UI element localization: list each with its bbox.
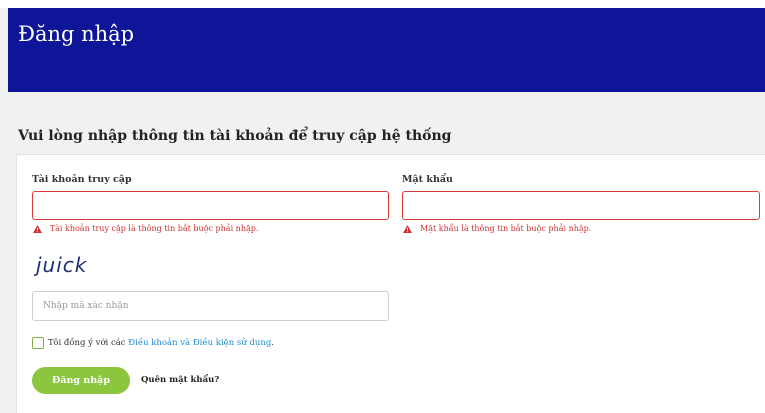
page-title: Đăng nhập: [18, 22, 135, 46]
top-strip: [0, 0, 765, 8]
password-error: Mật khẩu là thông tin bắt buộc phải nhập…: [403, 224, 591, 233]
agree-text: Tôi đồng ý với các Điều khoản và Điều ki…: [48, 338, 274, 348]
captcha-text: juick: [34, 253, 88, 277]
username-label: Tài khoản truy cập: [32, 174, 132, 185]
terms-link[interactable]: Điều khoản và Điều kiện sử dụng: [128, 338, 271, 348]
username-error: Tài khoản truy cập là thông tin bắt buộc…: [33, 224, 258, 233]
agree-prefix: Tôi đồng ý với các: [48, 338, 129, 348]
warning-icon: [33, 224, 42, 233]
password-error-text: Mật khẩu là thông tin bắt buộc phải nhập…: [420, 224, 592, 233]
captcha-image: juick: [34, 253, 88, 277]
agree-checkbox[interactable]: [32, 337, 44, 349]
form-instruction: Vui lòng nhập thông tin tài khoản để tru…: [18, 128, 452, 144]
page-header: Đăng nhập: [8, 8, 765, 92]
forgot-password-link[interactable]: Quên mật khẩu?: [141, 375, 219, 385]
password-label: Mật khẩu: [402, 174, 453, 185]
login-button[interactable]: Đăng nhập: [32, 367, 130, 394]
password-field[interactable]: [402, 191, 760, 220]
username-field[interactable]: [32, 191, 389, 220]
agree-suffix: .: [271, 338, 274, 348]
warning-icon: [403, 224, 412, 233]
username-error-text: Tài khoản truy cập là thông tin bắt buộc…: [50, 224, 259, 233]
captcha-input[interactable]: [32, 291, 389, 321]
